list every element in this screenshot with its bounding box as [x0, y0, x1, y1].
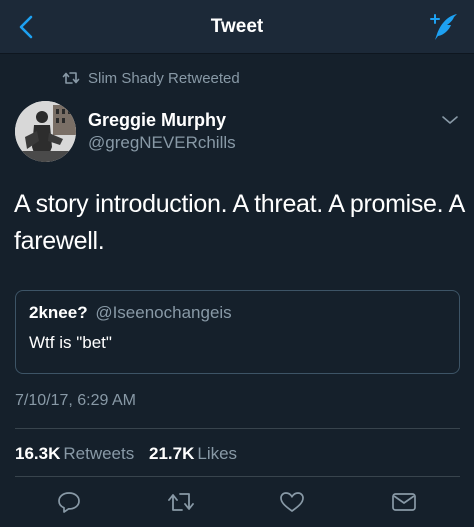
author-handle[interactable]: @gregNEVERchills — [88, 133, 236, 153]
tweet-timestamp: 7/10/17, 6:29 AM — [15, 392, 136, 409]
navigation-bar: Tweet — [0, 0, 474, 54]
quoted-tweet-header: 2knee? @Iseenochangeis — [29, 303, 232, 323]
likes-count: 21.7K — [148, 444, 195, 463]
likes-label: Likes — [197, 444, 238, 463]
like-icon[interactable] — [279, 490, 305, 514]
tweet-detail-screen: Tweet Slim Shady Retweeted Greggie Murph… — [0, 0, 474, 527]
quoted-tweet-author-handle: @Iseenochangeis — [95, 303, 232, 322]
tweet-text: A story introduction. A threat. A promis… — [14, 190, 464, 255]
retweet-context[interactable]: Slim Shady Retweeted — [62, 68, 240, 88]
retweet-icon — [62, 72, 80, 84]
quoted-tweet-author-name: 2knee? — [29, 303, 88, 322]
retweets-count: 16.3K — [15, 444, 61, 463]
direct-message-icon[interactable] — [391, 490, 417, 514]
compose-tweet-icon[interactable] — [428, 12, 460, 42]
quoted-tweet[interactable]: 2knee? @Iseenochangeis Wtf is "bet" — [15, 290, 460, 374]
divider — [15, 428, 460, 429]
author-name[interactable]: Greggie Murphy — [88, 110, 226, 131]
retweet-context-label: Slim Shady Retweeted — [88, 69, 240, 87]
likes-stat[interactable]: 21.7K Likes — [149, 444, 247, 463]
caret-down-icon[interactable] — [440, 113, 460, 127]
retweet-icon[interactable] — [166, 490, 196, 514]
retweets-label: Retweets — [63, 444, 135, 463]
tweet-stats: 16.3K Retweets 21.7K Likes — [15, 444, 247, 464]
quoted-tweet-text: Wtf is "bet" — [29, 333, 112, 352]
page-title: Tweet — [210, 16, 264, 37]
retweets-stat[interactable]: 16.3K Retweets — [15, 444, 149, 463]
reply-icon[interactable] — [56, 490, 82, 514]
avatar[interactable] — [15, 101, 76, 162]
divider — [15, 476, 460, 477]
